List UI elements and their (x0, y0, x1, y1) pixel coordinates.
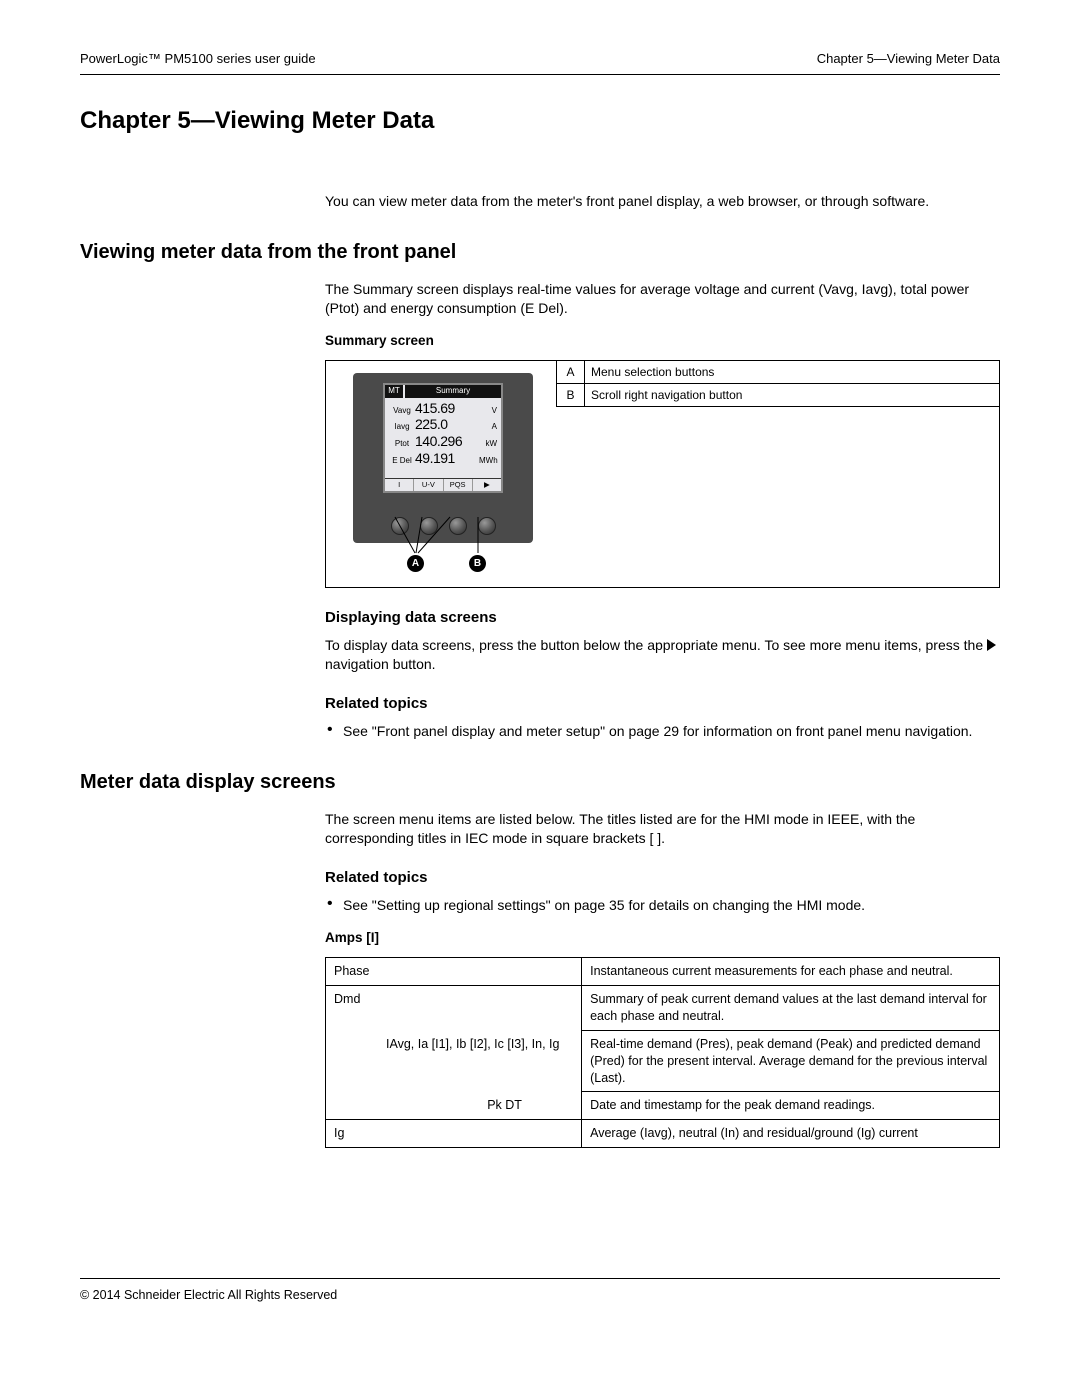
screen-rows: Vavg415.69V Iavg225.0A Ptot140.296kW E D… (385, 398, 501, 467)
table-caption-amps: Amps [I] (325, 929, 1000, 947)
copyright: © 2014 Schneider Electric All Rights Res… (80, 1288, 337, 1302)
table-row: Ig Average (Iavg), neutral (In) and resi… (326, 1120, 1000, 1148)
legend-key-b: B (557, 384, 585, 407)
header-right: Chapter 5—Viewing Meter Data (817, 50, 1000, 68)
intro-paragraph: You can view meter data from the meter's… (325, 192, 1000, 211)
screen-corner-label: MT (385, 385, 403, 398)
legend-val-b: Scroll right navigation button (585, 384, 1000, 407)
callout-lines-icon (340, 507, 540, 567)
play-right-icon (987, 639, 996, 651)
related-list-2: See "Setting up regional settings" on pa… (325, 896, 1000, 915)
table-row: IAvg, Ia [I1], Ib [I2], Ic [I3], In, Ig … (326, 1030, 1000, 1092)
screens-paragraph: The screen menu items are listed below. … (325, 810, 1000, 848)
table-row: Pk DT Date and timestamp for the peak de… (326, 1092, 1000, 1120)
amps-table: Phase Instantaneous current measurements… (325, 957, 1000, 1148)
related-item: See "Front panel display and meter setup… (325, 722, 1000, 741)
displaying-data-paragraph: To display data screens, press the butto… (325, 636, 1000, 674)
page-footer: © 2014 Schneider Electric All Rights Res… (80, 1278, 1000, 1304)
chapter-title: Chapter 5—Viewing Meter Data (80, 105, 1000, 137)
callout-badge-a: A (407, 555, 424, 572)
subhead-related-2: Related topics (325, 868, 1000, 888)
screen-softkey-bar: I U-V PQS ▶ (385, 478, 501, 491)
screen-title: Summary (405, 385, 501, 398)
section-screens-title: Meter data display screens (80, 769, 1000, 796)
frontpanel-paragraph: The Summary screen displays real-time va… (325, 280, 1000, 318)
legend-key-a: A (557, 361, 585, 384)
section-frontpanel-title: Viewing meter data from the front panel (80, 239, 1000, 266)
legend-val-a: Menu selection buttons (585, 361, 1000, 384)
summary-screen-figure: MT Summary Vavg415.69V Iavg225.0A Ptot14… (325, 360, 1000, 588)
figure-legend-table: AMenu selection buttons BScroll right na… (556, 361, 999, 407)
page-header: PowerLogic™ PM5100 series user guide Cha… (80, 50, 1000, 75)
table-row: Phase Instantaneous current measurements… (326, 958, 1000, 986)
figure-caption: Summary screen (325, 332, 1000, 350)
subhead-related-1: Related topics (325, 694, 1000, 714)
header-left: PowerLogic™ PM5100 series user guide (80, 50, 316, 68)
related-item: See "Setting up regional settings" on pa… (325, 896, 1000, 915)
meter-screen: MT Summary Vavg415.69V Iavg225.0A Ptot14… (383, 383, 503, 493)
related-list-1: See "Front panel display and meter setup… (325, 722, 1000, 741)
callout-badge-b: B (469, 555, 486, 572)
table-row: Dmd Summary of peak current demand value… (326, 986, 1000, 1031)
figure-callouts: A B (340, 547, 546, 579)
subhead-displaying-data: Displaying data screens (325, 608, 1000, 628)
